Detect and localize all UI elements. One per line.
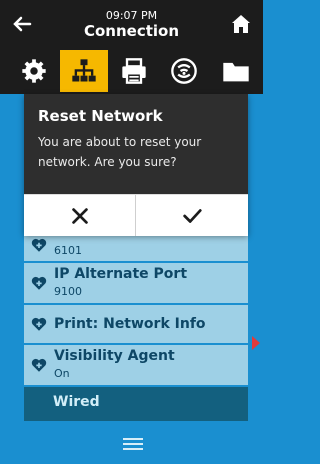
item-value: 6101 [54, 244, 82, 257]
dialog-message: You are about to reset your network. Are… [38, 135, 202, 169]
section-header-wired: Wired [24, 387, 248, 421]
tab-print[interactable] [110, 50, 158, 92]
time-text: 09:07 PM [105, 9, 158, 22]
tab-settings[interactable] [10, 50, 58, 92]
item-label: IP Alternate Port [54, 266, 188, 282]
tab-network[interactable] [60, 50, 108, 92]
dialog-title: Reset Network [38, 107, 163, 125]
back-arrow-icon[interactable] [10, 12, 34, 36]
confirm-button[interactable] [136, 195, 247, 236]
header-title-block: 09:07 PM Connection [60, 9, 203, 41]
cancel-button[interactable] [24, 195, 135, 236]
list-item-visibility-agent[interactable]: Visibility Agent On [24, 345, 248, 387]
network-icon [72, 59, 96, 82]
page-title: Connection [83, 22, 180, 40]
gear-icon [22, 59, 46, 83]
top-bar: 09:07 PM Connection [0, 0, 263, 48]
home-icon[interactable] [229, 12, 253, 36]
tab-storage[interactable] [212, 50, 260, 92]
dialog-actions [24, 194, 248, 236]
tab-bar [0, 48, 263, 94]
heart-plus-icon [31, 317, 47, 331]
scroll-indicator-arrow [252, 336, 260, 350]
folder-icon [223, 62, 249, 82]
wireless-icon [171, 58, 197, 84]
item-value: On [54, 367, 70, 380]
item-label: Visibility Agent [54, 348, 175, 364]
heart-plus-icon [31, 358, 47, 372]
menu-icon[interactable] [123, 438, 143, 450]
list-item-ip-alternate-port[interactable]: IP Alternate Port 9100 [24, 263, 248, 305]
item-value: 9100 [54, 285, 82, 298]
checkmark-icon [182, 208, 202, 223]
tab-wireless[interactable] [160, 50, 208, 92]
reset-network-dialog: Reset Network You are about to reset you… [24, 94, 248, 236]
close-icon [71, 207, 88, 224]
list-item-print-network-info[interactable]: Print: Network Info [24, 305, 248, 345]
printer-icon [122, 58, 146, 84]
heart-plus-icon [31, 276, 47, 290]
item-label: Print: Network Info [54, 316, 206, 332]
heart-plus-icon [31, 238, 47, 252]
section-label: Wired [53, 394, 100, 410]
